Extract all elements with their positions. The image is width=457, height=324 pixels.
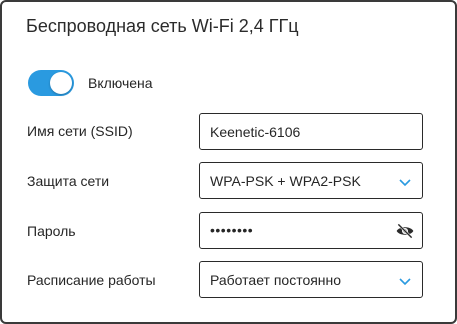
eye-slash-icon[interactable] — [395, 222, 415, 240]
ssid-field[interactable] — [199, 113, 423, 150]
panel-title: Беспроводная сеть Wi-Fi 2,4 ГГц — [26, 16, 299, 36]
schedule-label: Расписание работы — [27, 272, 156, 288]
password-label: Пароль — [27, 223, 76, 239]
toggle-knob — [50, 72, 72, 94]
password-field[interactable]: •••••••• — [199, 212, 423, 249]
toggle-label: Включена — [88, 75, 153, 91]
security-select[interactable]: WPA-PSK + WPA2-PSK — [199, 162, 423, 199]
chevron-down-icon — [399, 179, 411, 187]
chevron-down-icon — [399, 278, 411, 286]
password-masked-value: •••••••• — [210, 222, 254, 238]
security-selected-value: WPA-PSK + WPA2-PSK — [210, 173, 361, 189]
schedule-select[interactable]: Работает постоянно — [199, 261, 423, 298]
ssid-label: Имя сети (SSID) — [27, 123, 133, 139]
wifi-settings-panel: Беспроводная сеть Wi-Fi 2,4 ГГц Включена… — [0, 0, 457, 324]
ssid-input[interactable] — [200, 114, 422, 149]
schedule-selected-value: Работает постоянно — [210, 272, 342, 288]
security-label: Защита сети — [27, 173, 110, 189]
wifi-enable-toggle[interactable] — [28, 70, 74, 96]
